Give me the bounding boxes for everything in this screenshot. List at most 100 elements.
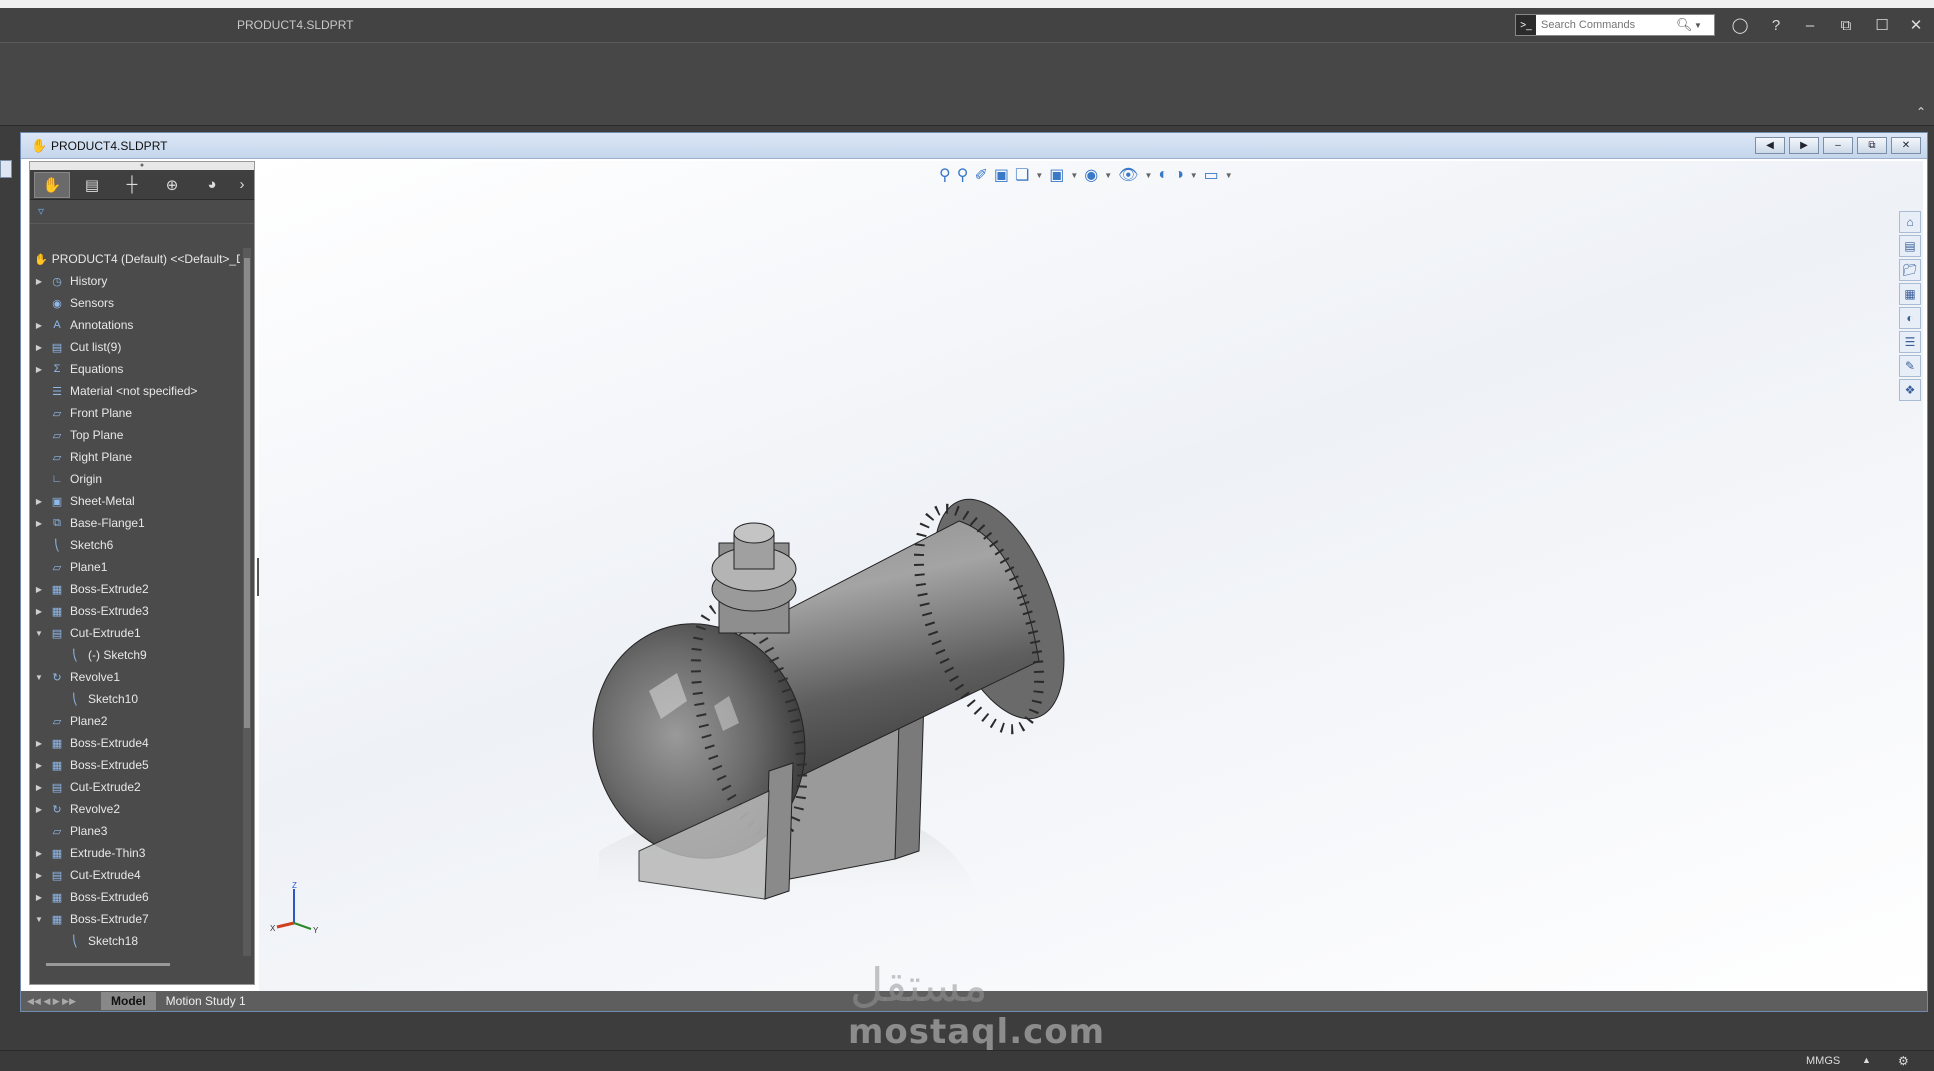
tree-item[interactable]: ▶ ▦ Boss-Extrude5 (30, 754, 240, 776)
maximize-button[interactable]: ☐ (1868, 16, 1896, 38)
edit-appearance-icon[interactable]: ◐ (1158, 166, 1168, 184)
tree-item[interactable]: ▶▦Extrude-Thin4 (30, 952, 240, 956)
tree-item[interactable]: ⎝ Sketch18 (30, 930, 240, 952)
tab-model[interactable]: Model (101, 992, 156, 1010)
scroll-thumb[interactable] (46, 963, 170, 966)
tree-item[interactable]: ⎝ Sketch6 (30, 534, 240, 556)
zoom-to-fit-icon[interactable]: ⚲ (939, 165, 951, 185)
tree-item[interactable]: ▶ ◷ History (30, 270, 240, 292)
tree-item[interactable]: ▱ Top Plane (30, 424, 240, 446)
expand-arrow-icon[interactable]: ▶ (30, 519, 48, 528)
expand-arrow-icon[interactable]: ▶ (30, 343, 48, 352)
search-icon[interactable]: 🔍︎ (1676, 17, 1694, 33)
expand-arrow-icon[interactable]: ▶ (30, 739, 48, 748)
tree-item[interactable]: ▼ ▤ Cut-Extrude1 (30, 622, 240, 644)
tree-item[interactable]: ▶ ▦ Extrude-Thin3 (30, 842, 240, 864)
tab-dimxpert-manager[interactable]: ⊕ (154, 172, 190, 198)
tree-item[interactable]: ▱ Right Plane (30, 446, 240, 468)
scroll-thumb[interactable] (244, 258, 250, 728)
tree-item[interactable]: ▼ ↻ Revolve1 (30, 666, 240, 688)
tree-item[interactable]: ⎝ (-) Sketch9 (30, 644, 240, 666)
chevron-down-icon[interactable]: ▼ (1070, 171, 1078, 180)
tab-scroll-arrows[interactable]: ◀◀ ◀ ▶ ▶▶ (21, 996, 101, 1007)
expand-arrow-icon[interactable]: ▶ (30, 761, 48, 770)
tree-item[interactable]: ▶ A Annotations (30, 314, 240, 336)
chevron-down-icon[interactable]: ▼ (1104, 171, 1112, 180)
pressure-vessel-model[interactable] (579, 461, 1099, 921)
file-explorer-icon[interactable]: 📁︎ (1899, 259, 1921, 281)
tree-horizontal-scrollbar[interactable] (34, 960, 242, 970)
view-settings-icon[interactable]: ▭ (1204, 165, 1219, 185)
tree-item[interactable]: ▱ Plane3 (30, 820, 240, 842)
tree-item[interactable]: ▶ ⧉ Base-Flange1 (30, 512, 240, 534)
tab-motion-study-1[interactable]: Motion Study 1 (156, 992, 256, 1010)
tree-item[interactable]: ▶ ▤ Cut list(9) (30, 336, 240, 358)
tree-item[interactable]: ▶ ▦ Boss-Extrude2 (30, 578, 240, 600)
hide-show-items-icon[interactable]: 👁︎ (1118, 165, 1138, 185)
collapse-arrow-icon[interactable]: ▼ (30, 673, 48, 682)
custom-properties-icon[interactable]: ☰ (1899, 331, 1921, 353)
expand-arrow-icon[interactable]: ▶ (30, 871, 48, 880)
chevron-down-icon[interactable]: ▼ (1694, 21, 1702, 30)
chevron-down-icon[interactable]: ▼ (1225, 171, 1233, 180)
expand-arrow-icon[interactable]: ▶ (30, 783, 48, 792)
tree-item[interactable]: ∟ Origin (30, 468, 240, 490)
zoom-to-area-icon[interactable]: ⚲ (957, 165, 969, 185)
expand-arrow-icon[interactable]: ▶ (30, 321, 48, 330)
tree-item[interactable]: ☰ Material <not specified> (30, 380, 240, 402)
appearances-icon[interactable]: ◐ (1899, 307, 1921, 329)
view-orientation-icon[interactable]: ▣ (1049, 165, 1064, 185)
section-view-icon[interactable]: ▣ (994, 165, 1009, 185)
doc-close-button[interactable]: ✕ (1891, 137, 1921, 154)
panel-grip[interactable]: ● (30, 162, 254, 170)
unit-system[interactable]: MMGS (1806, 1055, 1840, 1067)
tree-item[interactable]: ▶ ▤ Cut-Extrude2 (30, 776, 240, 798)
expand-arrow-icon[interactable]: ▶ (30, 277, 48, 286)
expand-arrow-icon[interactable]: ▶ (30, 805, 48, 814)
tree-item[interactable]: ▶ ↻ Revolve2 (30, 798, 240, 820)
close-button[interactable]: ✕ (1902, 16, 1930, 38)
previous-view-icon[interactable]: ✐ (974, 165, 987, 185)
tree-item[interactable]: ▶ ▦ Boss-Extrude4 (30, 732, 240, 754)
account-icon[interactable]: ◯ (1726, 16, 1754, 38)
search-commands-input[interactable] (1536, 19, 1676, 31)
expand-arrow-icon[interactable]: ▶ (30, 497, 48, 506)
chevron-down-icon[interactable]: ▼ (1144, 171, 1152, 180)
tab-feature-manager[interactable]: ✋ (34, 171, 70, 198)
filter-icon[interactable]: ▿ (30, 200, 254, 224)
3dexperience-icon[interactable]: ❖ (1899, 379, 1921, 401)
tree-root[interactable]: ✋ PRODUCT4 (Default) <<Default>_D (30, 248, 240, 270)
tree-item[interactable]: ▶ ▦ Boss-Extrude6 (30, 886, 240, 908)
minimize-button[interactable]: – (1796, 16, 1824, 38)
tab-display-manager[interactable]: ◕ (194, 172, 230, 198)
tabs-overflow-arrow-icon[interactable]: › (234, 172, 250, 198)
restore-button[interactable]: ⧉ (1832, 16, 1860, 38)
prev-window-button[interactable]: ◀ (1755, 137, 1785, 154)
solidworks-resources-icon[interactable]: ⌂ (1899, 211, 1921, 233)
tab-configuration-manager[interactable]: ┼ (114, 172, 150, 198)
tree-item[interactable]: ▼ ▦ Boss-Extrude7 (30, 908, 240, 930)
expand-arrow-icon[interactable]: ▶ (30, 585, 48, 594)
tab-property-manager[interactable]: ▤ (74, 172, 110, 198)
apply-scene-icon[interactable]: ◑ (1174, 166, 1184, 184)
tree-item[interactable]: ▱ Plane1 (30, 556, 240, 578)
search-commands-box[interactable]: >_ 🔍︎ ▼ (1515, 14, 1715, 36)
next-window-button[interactable]: ▶ (1789, 137, 1819, 154)
help-icon[interactable]: ? (1762, 16, 1790, 38)
expand-arrow-icon[interactable]: ▶ (30, 849, 48, 858)
display-style-icon[interactable]: ◉ (1084, 165, 1098, 185)
expand-arrow-icon[interactable]: ▶ (30, 893, 48, 902)
collapse-arrow-icon[interactable]: ▼ (30, 629, 48, 638)
tree-item[interactable]: ▱ Front Plane (30, 402, 240, 424)
chevron-down-icon[interactable]: ▼ (1035, 171, 1043, 180)
graphics-area[interactable]: ⚲ ⚲ ✐ ▣ ❏ ▼ ▣ ▼ ◉ ▼ 👁︎ ▼ ◐ ◑ ▼ ▭ ▼ ⌂ ▤ 📁︎ ▦ ◐ … (259, 161, 1923, 991)
tree-item[interactable]: ▶ ▦ Boss-Extrude3 (30, 600, 240, 622)
doc-minimize-button[interactable]: – (1823, 137, 1853, 154)
tree-item[interactable]: ◉ Sensors (30, 292, 240, 314)
chevron-down-icon[interactable]: ▼ (1190, 171, 1198, 180)
expand-arrow-icon[interactable]: ▶ (30, 365, 48, 374)
collapse-arrow-icon[interactable]: ▼ (30, 915, 48, 924)
tree-vertical-scrollbar[interactable] (243, 248, 251, 956)
tree-item[interactable]: ▶ ▤ Cut-Extrude4 (30, 864, 240, 886)
tree-item[interactable]: ⎝ Sketch10 (30, 688, 240, 710)
